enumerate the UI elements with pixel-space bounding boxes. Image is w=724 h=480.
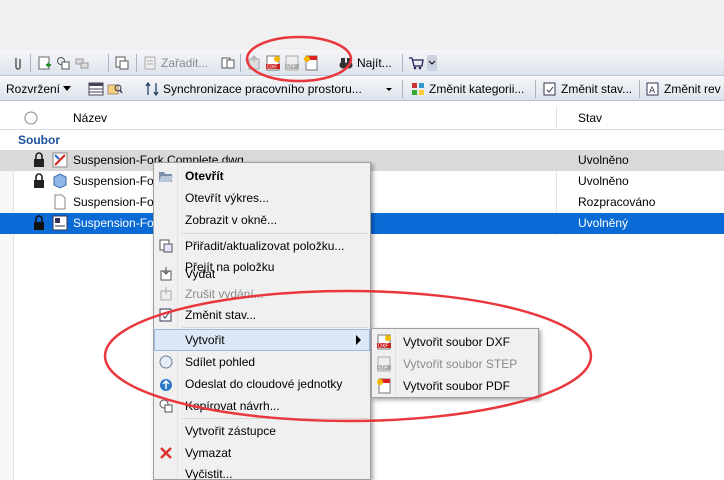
change-category-button[interactable]: Změnit kategorii... xyxy=(410,78,524,100)
new-file-icon[interactable] xyxy=(36,55,52,71)
submenu-item-create-step[interactable]: STP Vytvořit soubor STEP xyxy=(372,353,538,375)
svg-text:STP: STP xyxy=(286,65,295,71)
copy-design-icon xyxy=(158,398,174,417)
document-icon xyxy=(52,194,68,213)
menu-item-create-shortcut[interactable]: Vytvořit zástupce xyxy=(154,420,370,442)
assign-icon xyxy=(142,55,158,71)
table-header: Název Stav xyxy=(0,106,724,130)
part-file-icon xyxy=(52,173,68,192)
menu-item-release[interactable]: Vydat xyxy=(154,263,370,285)
secondary-toolbar: Rozvržení Synchronizace pracovního prost… xyxy=(0,77,724,101)
menu-item-create[interactable]: Vytvořit xyxy=(154,329,370,351)
step-file-icon: STP xyxy=(376,356,392,375)
copy-design-icon[interactable] xyxy=(55,55,71,71)
table-view-icon[interactable] xyxy=(88,81,104,97)
menu-item-share-view[interactable]: Sdílet pohled xyxy=(154,351,370,373)
svg-text:A: A xyxy=(649,86,656,96)
properties-icon[interactable] xyxy=(114,55,130,71)
submenu-item-create-pdf[interactable]: Vytvořit soubor PDF xyxy=(372,375,538,397)
change-state-icon xyxy=(158,307,174,326)
window-top-area xyxy=(0,0,724,50)
change-revision-button[interactable]: A Změnit rev xyxy=(645,78,721,100)
drawing-file-icon xyxy=(52,215,68,234)
submenu-item-create-dxf[interactable]: DXF Vytvořit soubor DXF xyxy=(372,331,538,353)
open-folder-icon xyxy=(158,168,174,187)
chevron-down-icon xyxy=(63,86,72,91)
sync-workspace-button[interactable]: Synchronizace pracovního prostoru... xyxy=(144,78,362,100)
pdf-file-icon xyxy=(376,378,392,397)
link-icon[interactable] xyxy=(74,55,90,71)
go-to-item-icon[interactable] xyxy=(220,55,236,71)
checkout-icon[interactable] xyxy=(246,55,262,71)
state-column-header[interactable]: Stav xyxy=(578,111,602,125)
menu-item-assign-update-item[interactable]: Přiřadit/aktualizovat položku... xyxy=(154,235,370,257)
menu-item-copy-design[interactable]: Kopírovat návrh... xyxy=(154,395,370,417)
submenu-arrow-icon xyxy=(356,335,361,345)
name-column-header[interactable]: Název xyxy=(73,111,107,125)
menu-item-open[interactable]: Otevřít xyxy=(154,165,370,187)
find-button[interactable]: Najít... xyxy=(338,52,392,74)
menu-item-purge[interactable]: Vyčistit... xyxy=(154,463,370,480)
create-dxf-icon[interactable]: DXF xyxy=(265,55,281,71)
delete-x-icon xyxy=(158,445,174,464)
svg-text:STP: STP xyxy=(378,366,387,372)
lock-icon xyxy=(32,173,46,192)
main-toolbar: Zařadit... DXF STP Najít... xyxy=(0,50,724,76)
group-label: Soubor xyxy=(18,133,60,147)
binoculars-icon xyxy=(338,55,354,71)
layout-button[interactable]: Rozvržení xyxy=(6,78,72,100)
menu-item-cancel-release[interactable]: Zrušit vydání... xyxy=(154,283,370,305)
assign-item-icon xyxy=(158,238,174,257)
sync-icon xyxy=(144,81,160,97)
category-icon xyxy=(410,81,426,97)
lock-icon xyxy=(32,215,46,234)
share-view-icon xyxy=(158,354,174,373)
cloud-upload-icon xyxy=(158,376,174,395)
svg-text:DXF: DXF xyxy=(267,65,277,71)
shopping-cart-icon[interactable] xyxy=(408,55,424,71)
cancel-release-icon xyxy=(158,286,174,305)
dxf-file-icon: DXF xyxy=(376,334,392,353)
sort-radio-icon[interactable] xyxy=(24,111,38,128)
create-pdf-icon[interactable] xyxy=(303,55,319,71)
toolbar-overflow-icon[interactable] xyxy=(384,81,394,97)
change-state-button[interactable]: Změnit stav... xyxy=(542,78,632,100)
search-folder-icon[interactable] xyxy=(107,81,123,97)
context-menu: Otevřít Otevřít výkres... Zobrazit v okn… xyxy=(153,162,371,480)
menu-item-change-state[interactable]: Změnit stav... xyxy=(154,304,370,326)
dwg-file-icon xyxy=(52,152,68,171)
state-icon xyxy=(542,81,558,97)
menu-item-show-in-window[interactable]: Zobrazit v okně... xyxy=(154,209,370,231)
menu-item-send-to-cloud[interactable]: Odeslat do cloudové jednotky xyxy=(154,373,370,395)
menu-item-delete[interactable]: Vymazat xyxy=(154,442,370,464)
toolbar-overflow-icon[interactable] xyxy=(427,55,437,71)
lock-icon xyxy=(32,152,46,171)
assign-button[interactable]: Zařadit... xyxy=(142,52,208,74)
menu-item-open-drawing[interactable]: Otevřít výkres... xyxy=(154,187,370,209)
revision-icon: A xyxy=(645,81,661,97)
svg-text:DXF: DXF xyxy=(378,344,388,350)
create-submenu: DXF Vytvořit soubor DXF STP Vytvořit sou… xyxy=(371,328,539,398)
attach-icon[interactable] xyxy=(10,55,26,71)
create-step-icon[interactable]: STP xyxy=(284,55,300,71)
group-header-file[interactable]: Soubor xyxy=(0,130,724,150)
